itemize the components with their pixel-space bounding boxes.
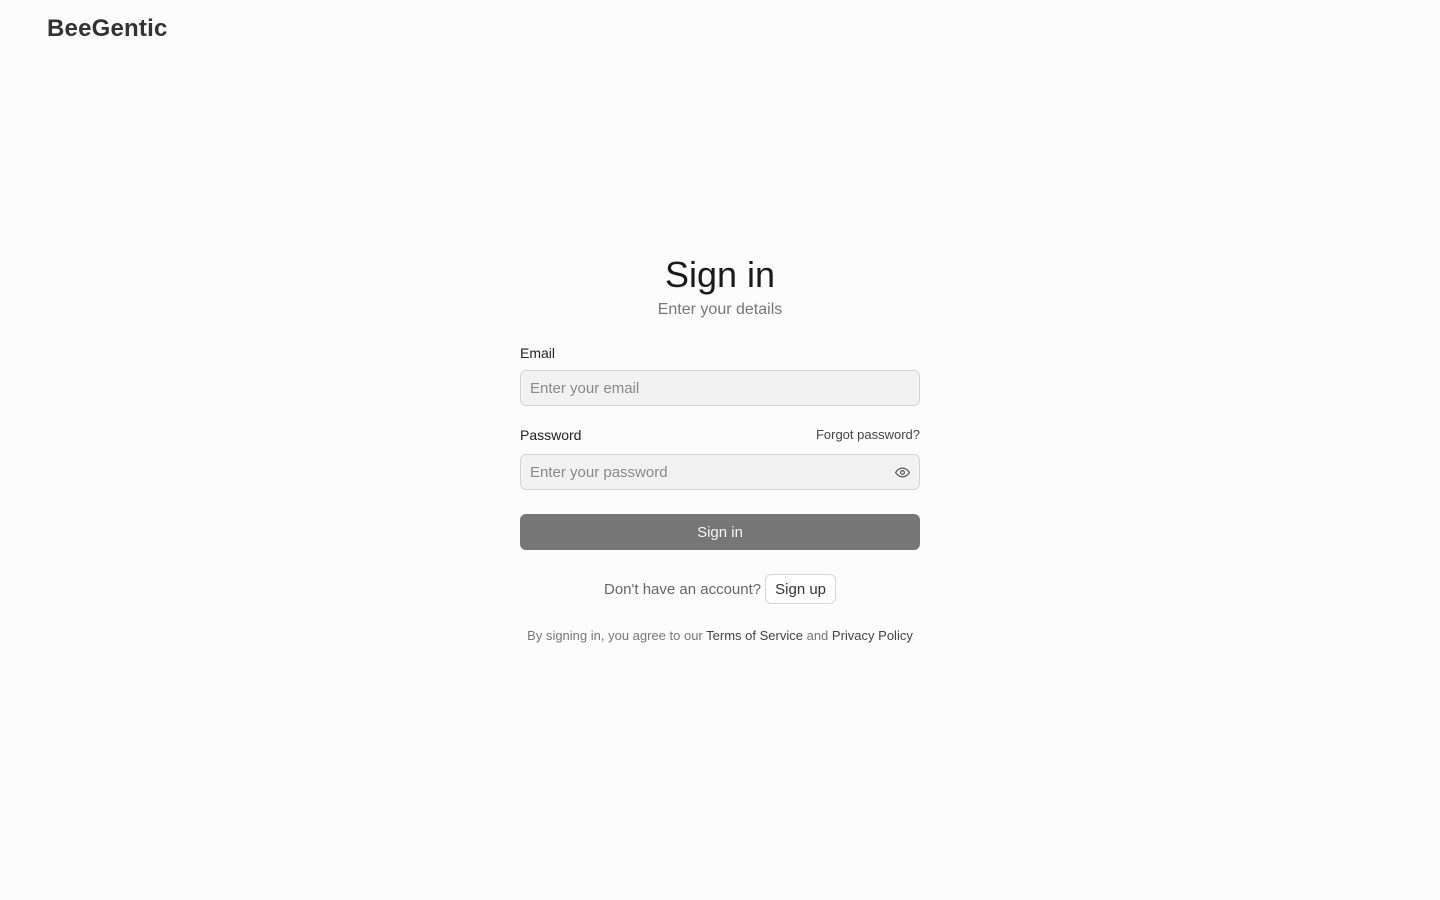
sign-in-button[interactable]: Sign in <box>520 514 920 550</box>
sign-up-button[interactable]: Sign up <box>765 574 837 604</box>
legal-conjunction: and <box>806 628 829 643</box>
legal-prefix: By signing in, you agree to our <box>527 628 703 643</box>
eye-icon[interactable] <box>895 465 910 480</box>
brand-logo[interactable]: BeeGentic <box>47 14 168 44</box>
page-title: Sign in <box>664 254 776 295</box>
password-field[interactable] <box>521 455 919 489</box>
page-subtitle: Enter your details <box>657 301 783 318</box>
email-field[interactable] <box>521 371 919 405</box>
legal-notice: By signing in, you agree to our Terms of… <box>520 628 920 643</box>
signup-prompt: Don't have an account? <box>603 580 762 598</box>
password-input-wrapper <box>520 454 920 490</box>
email-input-wrapper <box>520 370 920 406</box>
privacy-policy-link[interactable]: Privacy Policy <box>832 628 913 643</box>
sign-in-form: Sign in Enter your details Email Passwor… <box>520 254 920 643</box>
password-label: Password <box>520 427 582 443</box>
terms-of-service-link[interactable]: Terms of Service <box>706 628 803 643</box>
signup-row: Don't have an account? Sign up <box>520 574 920 604</box>
password-label-row: Password Forgot password? <box>520 426 920 444</box>
email-group: Email <box>520 344 920 406</box>
email-label: Email <box>520 345 556 361</box>
forgot-password-link[interactable]: Forgot password? <box>816 426 920 444</box>
password-group: Password Forgot password? <box>520 426 920 490</box>
email-label-row: Email <box>520 344 920 362</box>
